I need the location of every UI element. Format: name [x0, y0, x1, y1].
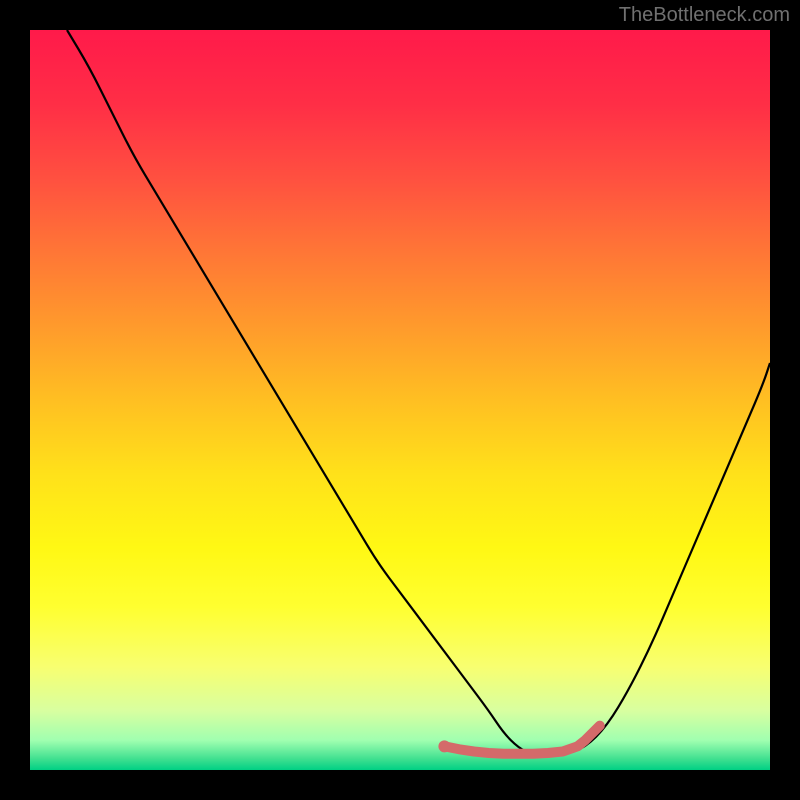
bottleneck-curve	[67, 30, 770, 755]
curve-layer	[30, 30, 770, 770]
watermark-text: TheBottleneck.com	[619, 4, 790, 27]
optimal-range-marker	[438, 726, 599, 754]
chart-plot-area	[30, 30, 770, 770]
